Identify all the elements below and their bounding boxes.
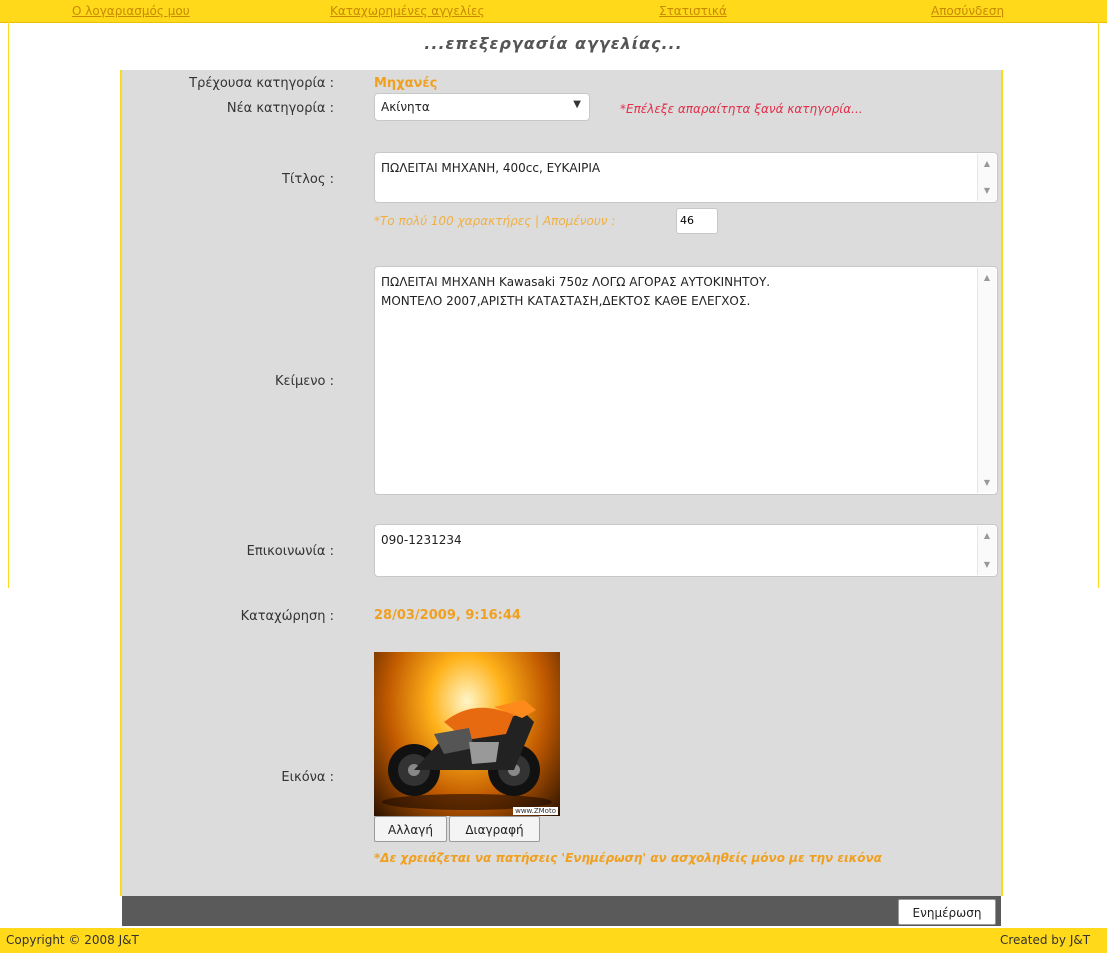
scroll-down-arrow-icon[interactable]: ▼: [978, 557, 996, 573]
contact-scrollbar[interactable]: ▲ ▼: [977, 526, 996, 575]
scroll-up-arrow-icon[interactable]: ▲: [978, 270, 996, 286]
footer-bar: Copyright © 2008 J&T Created by J&T: [0, 928, 1107, 953]
scroll-down-arrow-icon[interactable]: ▼: [978, 183, 996, 199]
change-image-button[interactable]: Αλλαγή: [374, 816, 447, 842]
page-title: ...επεξεργασία αγγελίας...: [424, 34, 683, 53]
dropdown-arrow-icon: ▼: [573, 99, 581, 110]
current-category-label: Τρέχουσα κατηγορία :: [189, 76, 334, 91]
nav-link-listings[interactable]: Καταχωρημένες αγγελίες: [330, 4, 485, 18]
contact-text: 090-1231234: [381, 533, 462, 547]
page-border-left: [8, 22, 9, 588]
delete-image-button[interactable]: Διαγραφή: [449, 816, 540, 842]
new-category-select[interactable]: Ακίνητα ▼: [374, 93, 590, 121]
scroll-up-arrow-icon[interactable]: ▲: [978, 528, 996, 544]
page-border-right: [1098, 22, 1099, 588]
contact-label: Επικοινωνία :: [246, 544, 334, 559]
new-category-label: Νέα κατηγορία :: [226, 101, 334, 116]
image-hint: *Δε χρειάζεται να πατήσεις 'Ενημέρωση' α…: [374, 851, 882, 865]
listing-photo: www.ZMoto: [374, 652, 560, 816]
new-category-hint: *Επέλεξε απαραίτητα ξανά κατηγορία...: [620, 102, 863, 116]
top-navigation-bar: Ο λογαριασμός μου Καταχωρημένες αγγελίες…: [0, 0, 1107, 23]
created-by-text: Created by J&T: [1000, 933, 1091, 947]
nav-link-my-account[interactable]: Ο λογαριασμός μου: [72, 4, 190, 18]
nav-link-logout[interactable]: Αποσύνδεση: [931, 4, 1004, 18]
date-label: Καταχώρηση :: [240, 609, 334, 624]
text-textarea[interactable]: ΠΩΛΕΙΤΑΙ ΜΗΧΑΝΗ Kawasaki 750z ΛΟΓΩ ΑΓΟΡΑ…: [374, 266, 998, 495]
motorcycle-image: [382, 700, 552, 810]
text-label: Κείμενο :: [275, 374, 334, 389]
title-text: ΠΩΛΕΙΤΑΙ ΜΗΧΑΝΗ, 400cc, ΕΥΚΑΙΡΙΑ: [381, 161, 601, 175]
copyright-text: Copyright © 2008 J&T: [6, 933, 139, 947]
photo-watermark: www.ZMoto: [513, 807, 558, 815]
title-textarea[interactable]: ΠΩΛΕΙΤΑΙ ΜΗΧΑΝΗ, 400cc, ΕΥΚΑΙΡΙΑ ▲ ▼: [374, 152, 998, 203]
contact-textarea[interactable]: 090-1231234 ▲ ▼: [374, 524, 998, 577]
title-remaining-counter[interactable]: 46: [676, 208, 718, 234]
title-label: Τίτλος :: [282, 172, 334, 187]
nav-link-statistics[interactable]: Στατιστικά: [659, 4, 727, 18]
scroll-up-arrow-icon[interactable]: ▲: [978, 156, 996, 172]
new-category-selected-value: Ακίνητα: [381, 100, 430, 114]
scroll-down-arrow-icon[interactable]: ▼: [978, 475, 996, 491]
text-scrollbar[interactable]: ▲ ▼: [977, 268, 996, 493]
text-content: ΠΩΛΕΙΤΑΙ ΜΗΧΑΝΗ Kawasaki 750z ΛΟΓΩ ΑΓΟΡΑ…: [381, 275, 771, 308]
title-scrollbar[interactable]: ▲ ▼: [977, 154, 996, 201]
form-action-bar: [122, 896, 1001, 926]
current-category-value: Μηχανές: [374, 76, 438, 91]
title-length-hint: *Το πολύ 100 χαρακτήρες | Απομένουν :: [374, 214, 616, 228]
image-label: Εικόνα :: [281, 770, 334, 785]
listing-date-value: 28/03/2009, 9:16:44: [374, 608, 521, 623]
update-button[interactable]: Ενημέρωση: [898, 899, 996, 925]
